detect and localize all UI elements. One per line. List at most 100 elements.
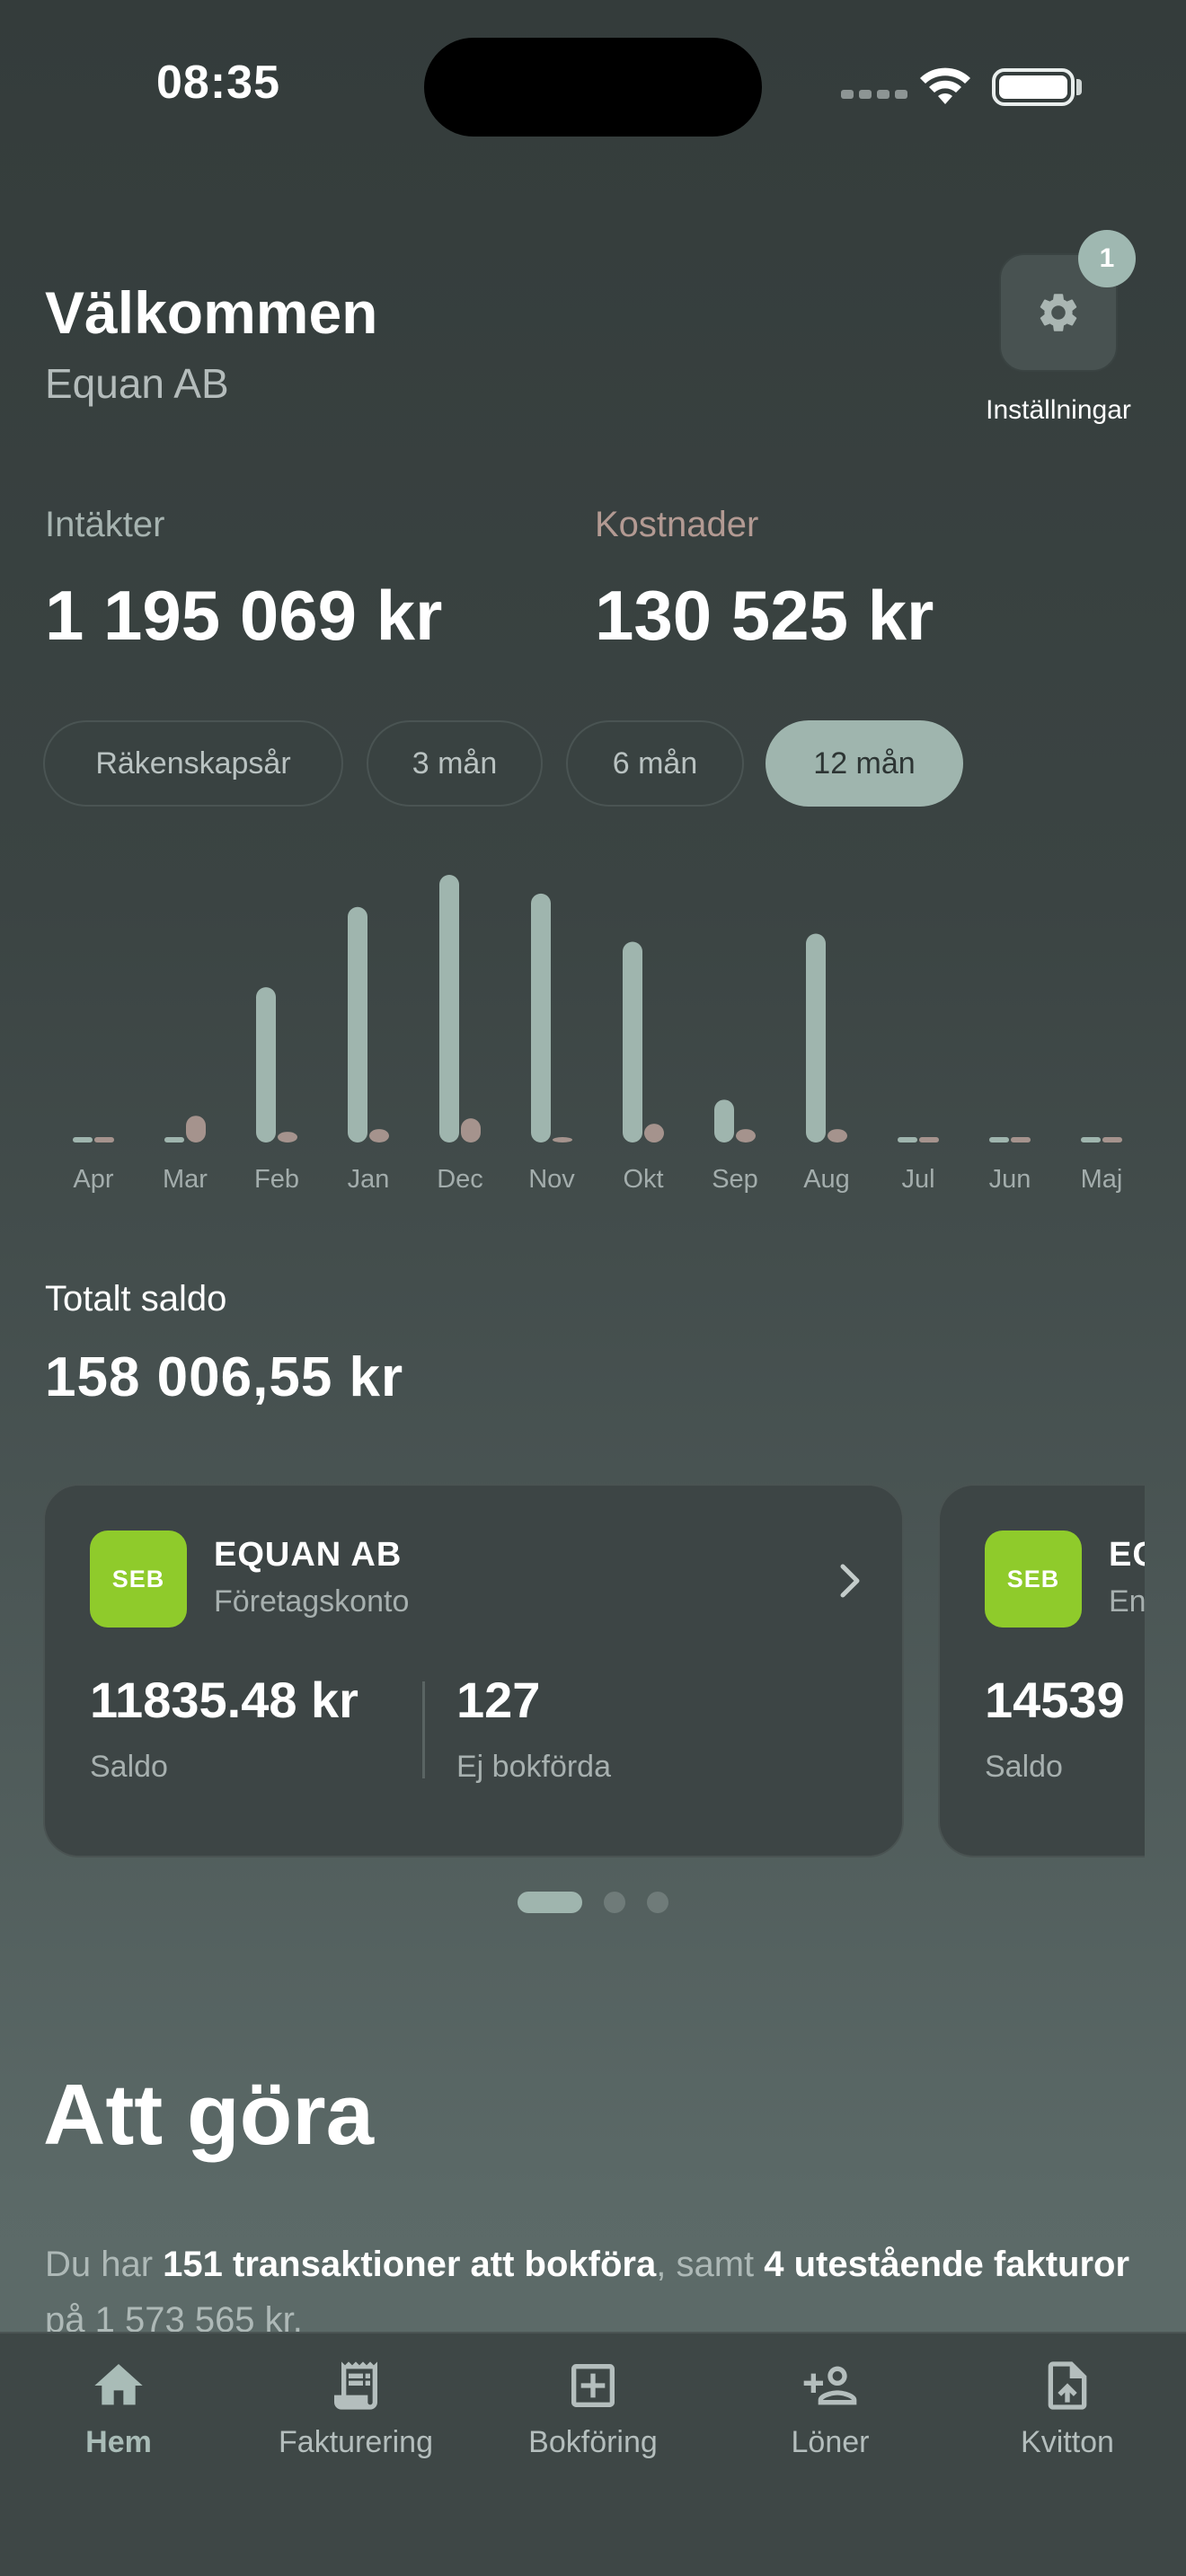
income-bar: [714, 1099, 734, 1142]
tab-label: Bokföring: [528, 2425, 658, 2459]
cost-bar: [94, 1137, 114, 1142]
cellular-signal-icon: [841, 90, 907, 99]
account-name: EQUAN AB: [214, 1536, 403, 1574]
costs-label: Kostnader: [595, 505, 759, 544]
account-name: EC: [1109, 1536, 1145, 1574]
company-name: Equan AB: [45, 360, 229, 407]
account-balance: 14539: [985, 1672, 1125, 1728]
month-label: Maj: [1081, 1165, 1123, 1194]
costs-value: 130 525 kr: [595, 576, 934, 655]
tab-salaries[interactable]: Löner: [731, 2357, 929, 2460]
home-icon: [94, 2364, 143, 2405]
tab-label: Fakturering: [279, 2425, 433, 2459]
account-card[interactable]: SEB EQUAN AB Företagskonto 11835.48 kr S…: [43, 1484, 904, 1857]
total-balance-label: Totalt saldo: [45, 1279, 227, 1319]
chip-label: Räkenskapsår: [95, 745, 291, 781]
month-label: Aug: [803, 1165, 850, 1194]
cost-bar: [1011, 1137, 1031, 1142]
income-bar: [164, 1137, 184, 1142]
unbooked-label: Ej bokförda: [456, 1750, 611, 1784]
tab-receipts[interactable]: Kvitton: [969, 2357, 1166, 2460]
account-type: Företagskonto: [214, 1584, 410, 1619]
income-costs-chart: Apr Mar Feb Jan Dec Nov Okt Sep Aug Jul Jun Maj: [73, 875, 1123, 1194]
period-chip-3-months[interactable]: 3 mån: [367, 720, 543, 807]
cost-bar: [736, 1129, 756, 1142]
todo-transactions-link[interactable]: 151 transaktioner att bokföra: [163, 2245, 656, 2284]
upload-file-icon: [1048, 2361, 1087, 2410]
month-label: Jul: [901, 1165, 934, 1194]
chip-label: 6 mån: [612, 745, 698, 781]
period-chip-12-months[interactable]: 12 mån: [766, 720, 963, 807]
seb-logo: SEB: [90, 1531, 187, 1628]
month-label: Jan: [348, 1165, 390, 1194]
chip-label: 12 mån: [813, 745, 916, 781]
income-bar: [806, 933, 826, 1142]
tab-label: Kvitton: [1021, 2425, 1114, 2459]
month-label: Sep: [712, 1165, 758, 1194]
plus-square-icon: [571, 2364, 615, 2407]
income-bar: [73, 1137, 93, 1142]
income-bar: [348, 906, 367, 1142]
month-label: Mar: [163, 1165, 208, 1194]
cost-bar: [278, 1132, 297, 1142]
income-bar: [623, 941, 642, 1142]
seb-logo: SEB: [985, 1531, 1082, 1628]
month-label: Apr: [73, 1165, 113, 1194]
status-time: 08:35: [156, 57, 280, 109]
period-chip-6-months[interactable]: 6 mån: [566, 720, 744, 807]
cost-bar: [369, 1129, 389, 1142]
account-balance-label: Saldo: [90, 1750, 168, 1784]
income-bar: [439, 875, 459, 1142]
tab-label: Hem: [85, 2425, 152, 2459]
income-bar: [256, 987, 276, 1142]
pager-dot[interactable]: [647, 1892, 668, 1913]
wifi-icon: [920, 67, 970, 104]
settings-label[interactable]: Inställningar: [967, 395, 1150, 426]
income-bar: [898, 1137, 917, 1142]
account-card[interactable]: SEB EC En 14539 Saldo: [938, 1484, 1145, 1857]
month-label: Dec: [437, 1165, 483, 1194]
cost-bar: [919, 1137, 939, 1142]
month-label: Jun: [989, 1165, 1031, 1194]
pager-dot[interactable]: [604, 1892, 625, 1913]
month-label: Okt: [623, 1165, 663, 1194]
pager-dot-active[interactable]: [518, 1892, 582, 1913]
chip-label: 3 mån: [412, 745, 498, 781]
cost-bar: [461, 1118, 481, 1142]
cost-bar: [1102, 1137, 1122, 1142]
income-value: 1 195 069 kr: [45, 576, 443, 655]
card-divider: [422, 1681, 425, 1778]
account-balance-label: Saldo: [985, 1750, 1063, 1784]
todo-text: , samt: [656, 2245, 765, 2284]
battery-cap: [1076, 79, 1082, 95]
income-bar: [1081, 1137, 1101, 1142]
tab-home[interactable]: Hem: [20, 2357, 217, 2460]
chevron-right-icon: [840, 1564, 860, 1598]
account-type: En: [1109, 1584, 1145, 1619]
cost-bar: [553, 1137, 572, 1142]
cost-bar: [828, 1129, 847, 1142]
income-bar: [531, 893, 551, 1142]
period-chip-fiscal-year[interactable]: Räkenskapsår: [43, 720, 343, 807]
invoice-icon: [334, 2361, 377, 2410]
tab-bookkeeping[interactable]: Bokföring: [494, 2357, 692, 2460]
month-label: Nov: [528, 1165, 575, 1194]
person-add-icon: [803, 2366, 857, 2405]
dynamic-island: [424, 38, 762, 137]
todo-text: Du har: [45, 2245, 164, 2284]
income-label: Intäkter: [45, 505, 165, 544]
todo-invoices-link[interactable]: 4 utestående fakturor: [764, 2245, 1129, 2284]
account-balance: 11835.48 kr: [90, 1672, 358, 1728]
battery-icon: [992, 68, 1075, 106]
page-title: Välkommen: [45, 279, 378, 346]
todo-title: Att göra: [43, 2067, 374, 2163]
month-label: Feb: [254, 1165, 299, 1194]
total-balance-value: 158 006,55 kr: [45, 1346, 404, 1408]
tab-label: Löner: [791, 2425, 870, 2459]
cost-bar: [186, 1116, 206, 1142]
income-bar: [989, 1137, 1009, 1142]
tab-invoicing[interactable]: Fakturering: [257, 2357, 455, 2460]
unbooked-count: 127: [456, 1672, 541, 1728]
gear-icon: [1040, 294, 1077, 331]
notification-badge: 1: [1078, 230, 1136, 287]
